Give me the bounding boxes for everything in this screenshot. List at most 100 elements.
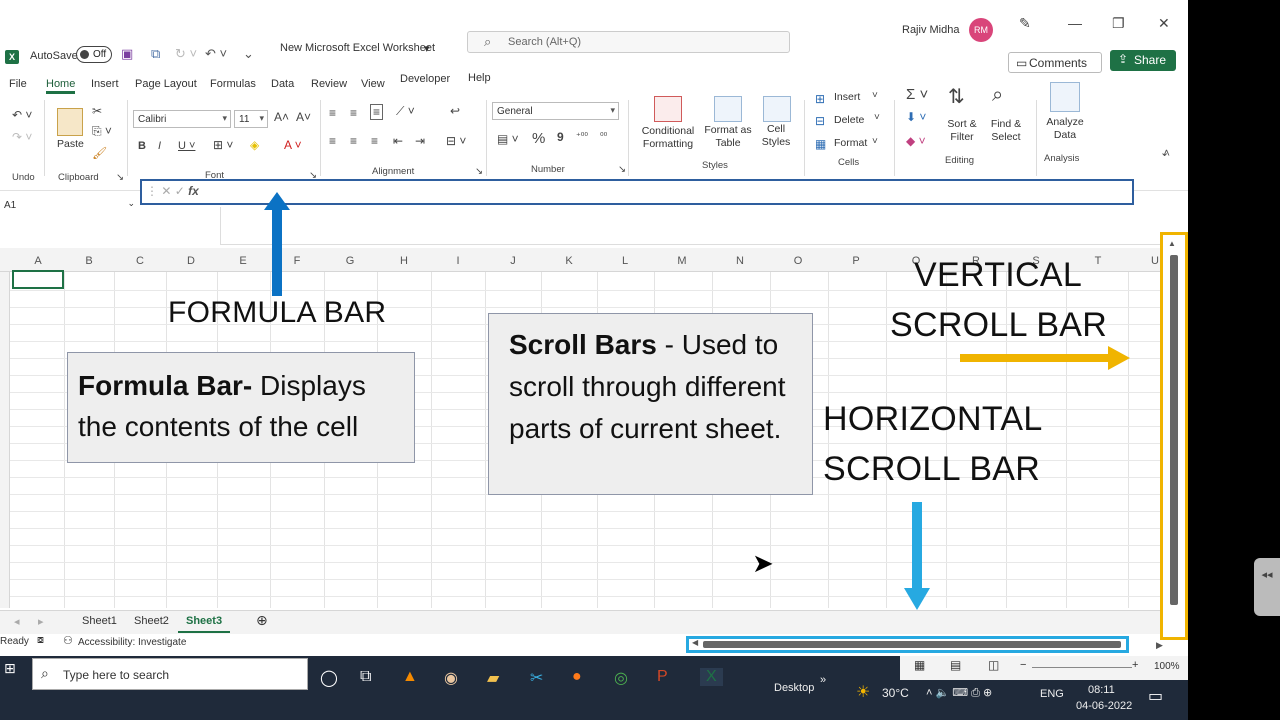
format-cells-label[interactable]: Format [834,137,867,150]
orientation-icon[interactable]: ⟋ ˅ [396,104,415,119]
prev-sheet-icon[interactable]: ◂ [14,615,20,628]
alignment-launcher-icon[interactable]: ↘ [475,166,483,177]
selected-cell-a1[interactable] [12,270,64,289]
paint-icon[interactable]: ◉ [444,668,458,688]
page-layout-view-icon[interactable]: ▤ [950,658,961,672]
taskbar-search-input[interactable]: ⌕ Type here to search [32,658,308,690]
format-as-table-icon[interactable] [714,96,742,122]
chevron-down-icon[interactable]: ˅ [872,136,878,147]
formula-input-area[interactable] [220,207,1180,245]
accessibility-status[interactable]: Accessibility: Investigate [78,637,186,648]
clear-icon[interactable]: ◆ ˅ [906,134,926,148]
tab-review[interactable]: Review [311,78,347,90]
column-header[interactable]: C [130,255,150,267]
align-center-icon[interactable]: ≡ [350,134,357,148]
column-header[interactable]: N [730,255,750,267]
add-sheet-icon[interactable]: ⊕ [256,612,268,629]
bold-icon[interactable]: B [138,140,146,152]
tab-file[interactable]: File [9,78,27,90]
paste-label[interactable]: Paste [57,138,84,151]
clipboard-launcher-icon[interactable]: ↘ [116,172,124,183]
close-icon[interactable]: ✕ [1158,15,1170,32]
chrome-icon[interactable]: ◎ [614,668,628,688]
vertical-scroll-thumb[interactable] [1170,255,1178,605]
align-left-icon[interactable]: ≡ [329,134,336,148]
chevron-down-icon[interactable]: ˅ [872,90,878,101]
page-break-view-icon[interactable]: ◫ [988,658,999,672]
share-button[interactable]: ⇪ Share [1110,50,1176,71]
cell-styles-icon[interactable] [763,96,791,122]
increase-font-icon[interactable]: A˄ [274,110,289,124]
tab-formulas[interactable]: Formulas [210,78,256,90]
accounting-format-icon[interactable]: ▤ ˅ [497,132,519,146]
format-cells-icon[interactable]: ▦ [815,137,826,151]
number-launcher-icon[interactable]: ↘ [618,164,626,175]
sort-filter-icon[interactable]: ⇅ [948,84,965,109]
delete-cells-label[interactable]: Delete [834,114,864,127]
number-format-select[interactable]: General ▾ [492,102,619,120]
tab-view[interactable]: View [361,78,385,90]
chevron-down-icon[interactable]: ˅ [874,112,880,123]
font-color-icon[interactable]: A ˅ [284,138,302,152]
sheet-tab[interactable]: Sheet1 [82,615,117,627]
tab-insert[interactable]: Insert [91,78,119,90]
cortana-icon[interactable]: ◯ [320,668,338,688]
sort-filter-label[interactable]: Sort & Filter [940,118,984,144]
sheet-tab[interactable]: Sheet2 [134,615,169,627]
zoom-slider[interactable] [1032,667,1132,668]
italic-icon[interactable]: I [158,140,161,152]
search-input[interactable]: ⌕ Search (Alt+Q) [467,31,790,53]
increase-decimal-icon[interactable]: ⁺⁰⁰ [576,131,588,142]
column-header[interactable]: L [615,255,635,267]
zoom-level[interactable]: 100% [1154,661,1180,672]
tab-page-layout[interactable]: Page Layout [135,78,197,90]
desktop-label[interactable]: Desktop [774,682,814,694]
clock-date[interactable]: 04-06-2022 [1076,700,1132,712]
find-select-label[interactable]: Find & Select [984,118,1028,144]
title-dropdown-icon[interactable]: ▾ [424,42,430,55]
align-top-icon[interactable]: ≡ [329,106,336,120]
column-header[interactable]: M [672,255,692,267]
macro-icon[interactable]: ⧇ [37,634,44,647]
save-icon[interactable]: ▣ [121,46,133,62]
column-header[interactable]: O [788,255,808,267]
format-as-table-label[interactable]: Format as Table [702,124,754,150]
scroll-up-icon[interactable]: ▲ [1168,239,1176,248]
side-panel-handle[interactable]: ◂◂ [1254,558,1280,616]
analyze-data-icon[interactable] [1050,82,1080,112]
customize-qat-icon[interactable]: ⌄ [243,46,254,62]
column-header[interactable]: E [233,255,253,267]
next-sheet-icon[interactable]: ▸ [38,615,44,628]
cell-styles-label[interactable]: Cell Styles [756,123,796,149]
insert-cells-label[interactable]: Insert [834,91,860,104]
notifications-icon[interactable]: ▭ [1148,686,1163,706]
tab-data[interactable]: Data [271,78,294,90]
delete-cells-icon[interactable]: ⊟ [815,114,825,128]
column-header[interactable]: P [846,255,866,267]
weather-icon[interactable]: ☀ [856,682,870,702]
align-bottom-icon[interactable]: ≡ [370,104,384,120]
fill-color-icon[interactable]: ◈ [250,138,259,152]
column-header[interactable]: B [79,255,99,267]
copy-icon[interactable]: ⎘ ˅ [92,124,112,139]
autosave-toggle[interactable]: Off [76,46,112,63]
autosum-icon[interactable]: Σ ˅ [906,86,928,103]
underline-icon[interactable]: U ˅ [178,140,195,152]
snip-icon[interactable]: ✂ [530,668,543,688]
decrease-font-icon[interactable]: A˅ [296,110,311,124]
normal-view-icon[interactable]: ▦ [914,658,925,672]
find-select-icon[interactable]: ⌕ [992,84,1003,107]
name-box[interactable]: A1 ⌄ [0,194,139,216]
format-painter-icon[interactable]: 🖌 [92,146,107,160]
task-view-icon[interactable]: ⧉ [360,668,371,686]
language-indicator[interactable]: ENG [1040,688,1064,700]
tab-developer[interactable]: Developer [400,73,450,85]
user-name[interactable]: Rajiv Midha [902,24,959,36]
temperature[interactable]: 30°C [882,686,909,700]
wrap-text-icon[interactable]: ↩ [450,104,460,118]
column-header[interactable]: I [448,255,468,267]
column-header[interactable]: J [503,255,523,267]
align-middle-icon[interactable]: ≡ [350,106,357,120]
column-header[interactable]: H [394,255,414,267]
tray-up-icon[interactable]: ˄ 🔈 ⌨ ⎙ ⊕ [926,686,992,700]
